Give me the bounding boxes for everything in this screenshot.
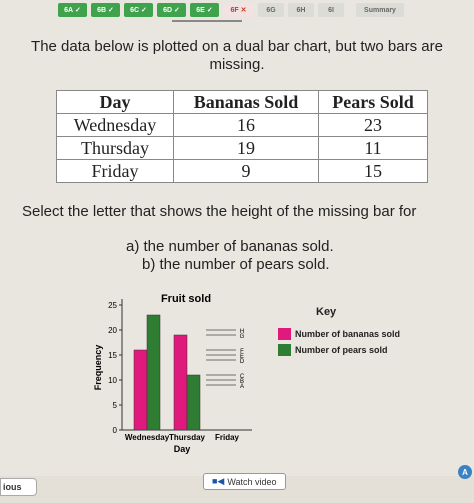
tab-bar: 6A ✓ 6B ✓ 6C ✓ 6D ✓ 6E ✓ 6F ✕ 6G 6H 6I Summary (0, 0, 474, 22)
bar (133, 349, 148, 431)
tab-6e[interactable]: 6E ✓ (190, 3, 219, 17)
answer-marker-h[interactable]: H (240, 329, 244, 335)
check-icon: ✓ (174, 7, 180, 14)
select-prompt: Select the letter that shows the height … (22, 203, 417, 220)
bar-chart: Fruit sold 0 5 10 15 20 25 Frequency Wednesday Th… (93, 293, 252, 454)
tab-label: 6F (230, 6, 239, 14)
active-tab-underline (172, 20, 242, 22)
tab-6c[interactable]: 6C ✓ (124, 3, 153, 17)
key-bananas: Number of bananas sold (278, 328, 400, 340)
x-axis-label: Day (174, 444, 191, 454)
question-line-1: The data below is plotted on a dual bar … (31, 38, 443, 55)
tab-6i[interactable]: 6I (318, 3, 344, 17)
y-tick-label: 15 (108, 351, 117, 360)
bar (186, 374, 201, 431)
watch-video-label: Watch video (227, 476, 277, 487)
tab-label: 6H (296, 6, 306, 14)
tab-label: 6G (266, 6, 276, 14)
y-tick-label: 10 (108, 376, 117, 385)
cell-bananas: 16 (173, 113, 319, 137)
question-line-2: missing. (209, 56, 265, 73)
tab-label: 6A (64, 6, 74, 14)
tab-label: 6D (163, 6, 173, 14)
x-tick-label: Thursday (169, 433, 206, 442)
pears-swatch (278, 344, 291, 356)
table-row: Wednesday 16 23 (56, 113, 428, 137)
cell-day: Wednesday (56, 113, 174, 137)
y-axis-label: Frequency (93, 345, 103, 391)
tab-label: 6E (196, 6, 205, 14)
tab-summary[interactable]: Summary (356, 3, 404, 17)
answer-marker-c[interactable]: C (240, 374, 245, 380)
cell-day: Friday (56, 159, 174, 183)
avatar[interactable]: A (458, 465, 472, 479)
tab-label: Summary (364, 6, 396, 14)
chart-key: Key Number of bananas sold Number of pea… (278, 306, 400, 360)
video-icon: ■◀ (212, 476, 225, 486)
y-tick-label: 20 (108, 326, 117, 335)
cell-pears: 23 (318, 113, 428, 137)
tab-label: 6C (130, 6, 140, 14)
watch-video-button[interactable]: ■◀ Watch video (203, 473, 286, 490)
cell-pears: 11 (318, 136, 428, 160)
bar (146, 314, 161, 431)
table-row: Thursday 19 11 (56, 136, 428, 160)
tab-6b[interactable]: 6B ✓ (91, 3, 120, 17)
question-text: The data below is plotted on a dual bar … (0, 38, 474, 74)
check-icon: ✓ (75, 7, 81, 14)
tab-label: 6I (328, 6, 334, 14)
key-bananas-label: Number of bananas sold (295, 329, 401, 339)
x-tick-label: Wednesday (125, 433, 170, 442)
previous-button[interactable]: ious (0, 478, 37, 496)
tab-6f[interactable]: 6F ✕ (223, 3, 254, 17)
header-bananas: Bananas Sold (173, 90, 319, 114)
check-icon: ✓ (206, 7, 213, 14)
bar (173, 334, 188, 431)
tab-6h[interactable]: 6H (288, 3, 314, 17)
data-table: Day Bananas Sold Pears Sold Wednesday 16… (56, 90, 428, 183)
cell-pears: 15 (318, 159, 428, 183)
part-a: a) the number of bananas sold. (126, 238, 334, 255)
bananas-swatch (278, 328, 291, 340)
cell-bananas: 9 (173, 159, 319, 183)
y-tick-label: 25 (108, 301, 117, 310)
y-tick-label: 0 (113, 426, 118, 435)
part-b: b) the number of pears sold. (142, 256, 330, 273)
key-pears: Number of pears sold (278, 344, 400, 356)
key-title: Key (316, 306, 337, 318)
chart-title: Fruit sold (161, 293, 211, 305)
question-parts: a) the number of bananas sold. b) the nu… (126, 238, 334, 274)
cell-bananas: 19 (173, 136, 319, 160)
cell-day: Thursday (56, 136, 174, 160)
header-pears: Pears Sold (318, 90, 428, 114)
tab-6a[interactable]: 6A ✓ (58, 3, 87, 17)
key-pears-label: Number of pears sold (295, 345, 388, 355)
table-header-row: Day Bananas Sold Pears Sold (56, 90, 428, 114)
tab-6d[interactable]: 6D ✓ (157, 3, 186, 17)
answer-marker-f[interactable]: F (240, 349, 244, 355)
tab-label: 6B (97, 6, 107, 14)
tab-6g[interactable]: 6G (258, 3, 284, 17)
x-tick-label: Friday (215, 433, 240, 442)
header-day: Day (56, 90, 174, 114)
y-tick-label: 5 (113, 401, 118, 410)
check-icon: ✓ (108, 7, 114, 14)
cross-icon: ✕ (240, 7, 247, 14)
table-row: Friday 9 15 (56, 159, 428, 183)
check-icon: ✓ (141, 7, 147, 14)
